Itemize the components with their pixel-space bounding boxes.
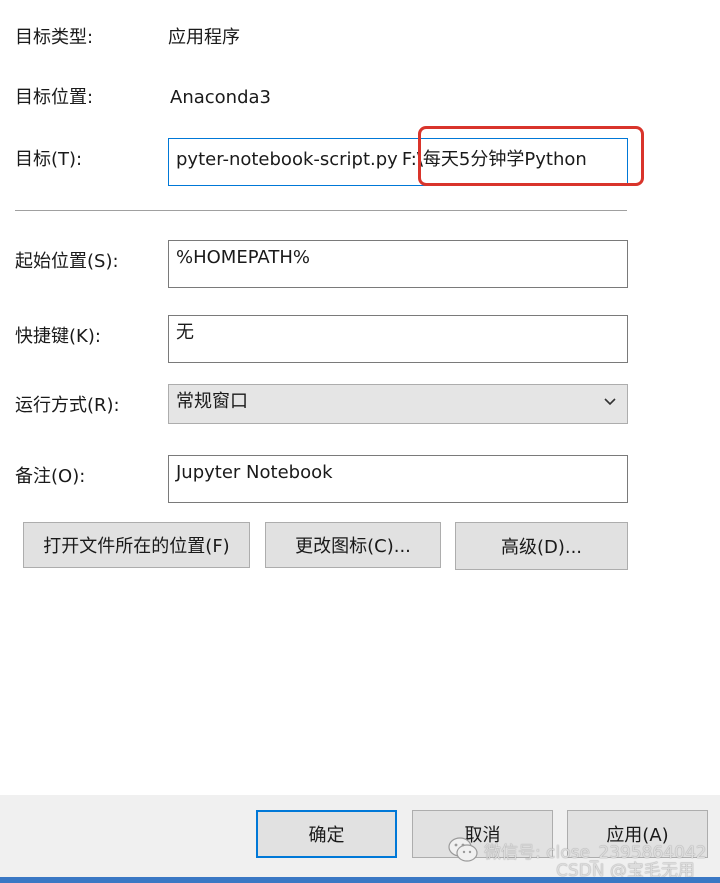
shortcut-key-label: 快捷键(K): xyxy=(15,326,101,347)
change-icon-button[interactable]: 更改图标(C)... xyxy=(265,522,441,568)
shortcut-key-input[interactable]: 无 xyxy=(168,315,628,363)
target-location-label: 目标位置: xyxy=(15,87,94,108)
open-file-location-button[interactable]: 打开文件所在的位置(F) xyxy=(23,522,250,568)
highlight-box xyxy=(418,126,644,186)
target-input-text-left: pyter-notebook-script.py xyxy=(176,149,398,170)
target-type-value: 应用程序 xyxy=(168,27,240,48)
advanced-button[interactable]: 高级(D)... xyxy=(455,522,628,570)
chevron-down-icon xyxy=(604,398,616,406)
run-select[interactable]: 常规窗口 xyxy=(168,384,628,424)
target-type-label: 目标类型: xyxy=(15,27,94,48)
divider xyxy=(15,210,627,211)
comment-input[interactable]: Jupyter Notebook xyxy=(168,455,628,503)
start-in-label: 起始位置(S): xyxy=(15,251,119,272)
ok-button[interactable]: 确定 xyxy=(256,810,397,858)
taskbar-strip xyxy=(0,877,720,883)
run-label: 运行方式(R): xyxy=(15,395,120,416)
target-location-value: Anaconda3 xyxy=(170,87,271,108)
target-label: 目标(T): xyxy=(15,149,83,170)
run-select-value: 常规窗口 xyxy=(176,391,248,412)
start-in-input[interactable]: %HOMEPATH% xyxy=(168,240,628,288)
comment-label: 备注(O): xyxy=(15,466,86,487)
wechat-icon xyxy=(448,837,478,862)
